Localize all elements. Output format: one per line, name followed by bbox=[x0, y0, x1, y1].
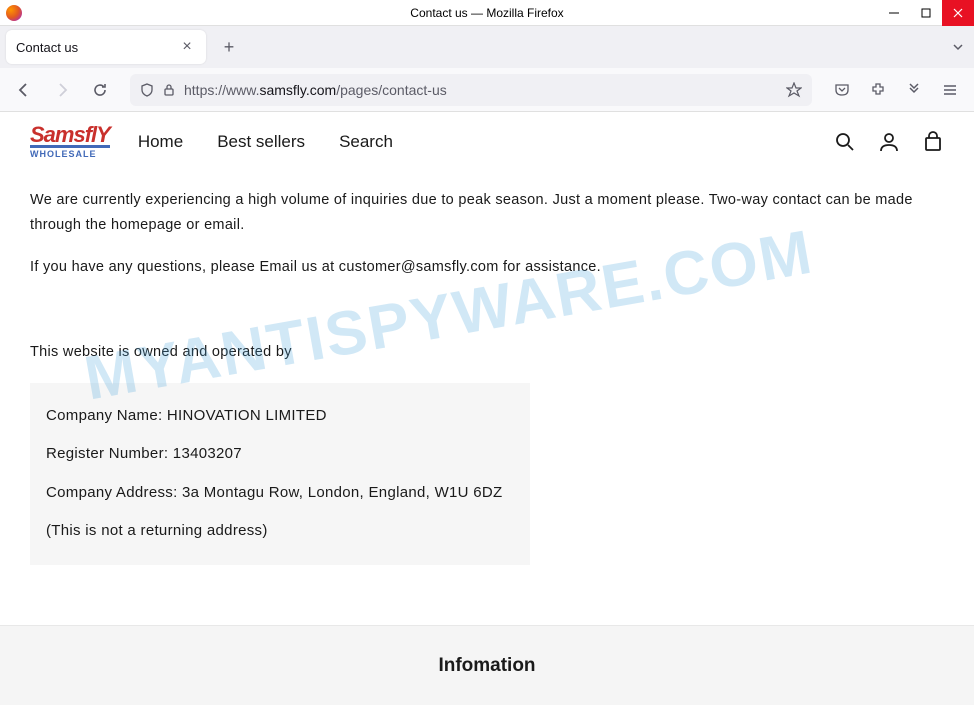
footer: Infomation bbox=[0, 625, 974, 705]
tab-bar: Contact us × + bbox=[0, 26, 974, 68]
header-left: SamsflY WHOLESALE Home Best sellers Sear… bbox=[30, 125, 393, 159]
company-address: Company Address: 3a Montagu Row, London,… bbox=[46, 482, 514, 505]
browser-tab[interactable]: Contact us × bbox=[6, 30, 206, 64]
extensions-icon[interactable] bbox=[862, 74, 894, 106]
url-path: /pages/contact-us bbox=[336, 82, 447, 98]
overflow-icon[interactable] bbox=[898, 74, 930, 106]
content-para-3: This website is owned and operated by bbox=[30, 340, 944, 365]
url-security-icons bbox=[140, 83, 176, 97]
url-text: https://www.samsfly.com/pages/contact-us bbox=[184, 82, 778, 98]
window-title: Contact us — Mozilla Firefox bbox=[410, 6, 563, 20]
nav-bar: https://www.samsfly.com/pages/contact-us bbox=[0, 68, 974, 112]
nav-right-icons bbox=[826, 74, 966, 106]
search-icon[interactable] bbox=[834, 131, 856, 153]
maximize-button[interactable] bbox=[910, 0, 942, 26]
company-info-box: Company Name: HINOVATION LIMITED Registe… bbox=[30, 383, 530, 565]
pocket-icon[interactable] bbox=[826, 74, 858, 106]
header-icons bbox=[834, 131, 944, 153]
lock-icon[interactable] bbox=[162, 83, 176, 97]
company-name: Company Name: HINOVATION LIMITED bbox=[46, 405, 514, 428]
nav-menu: Home Best sellers Search bbox=[138, 132, 393, 152]
titlebar-left bbox=[0, 5, 30, 21]
logo-main: SamsflY bbox=[30, 125, 110, 145]
back-button[interactable] bbox=[8, 74, 40, 106]
window-controls bbox=[878, 0, 974, 26]
url-domain: samsfly.com bbox=[259, 82, 336, 98]
tab-title: Contact us bbox=[16, 40, 78, 55]
tabs-dropdown-icon[interactable] bbox=[952, 41, 964, 53]
nav-search[interactable]: Search bbox=[339, 132, 393, 152]
address-note: (This is not a returning address) bbox=[46, 520, 514, 543]
forward-button[interactable] bbox=[46, 74, 78, 106]
page-content: We are currently experiencing a high vol… bbox=[0, 172, 974, 581]
register-number: Register Number: 13403207 bbox=[46, 443, 514, 466]
cart-icon[interactable] bbox=[922, 131, 944, 153]
bookmark-icon[interactable] bbox=[786, 82, 802, 98]
nav-home[interactable]: Home bbox=[138, 132, 183, 152]
new-tab-button[interactable]: + bbox=[214, 32, 244, 62]
nav-bestsellers[interactable]: Best sellers bbox=[217, 132, 305, 152]
minimize-button[interactable] bbox=[878, 0, 910, 26]
content-para-2: If you have any questions, please Email … bbox=[30, 255, 944, 280]
close-button[interactable] bbox=[942, 0, 974, 26]
site-header: SamsflY WHOLESALE Home Best sellers Sear… bbox=[0, 112, 974, 172]
url-prefix: https://www. bbox=[184, 82, 259, 98]
content-para-1: We are currently experiencing a high vol… bbox=[30, 188, 944, 237]
account-icon[interactable] bbox=[878, 131, 900, 153]
tab-close-icon[interactable]: × bbox=[178, 38, 196, 56]
shield-icon[interactable] bbox=[140, 83, 154, 97]
window-titlebar: Contact us — Mozilla Firefox bbox=[0, 0, 974, 26]
menu-icon[interactable] bbox=[934, 74, 966, 106]
footer-title: Infomation bbox=[438, 655, 535, 677]
site-logo[interactable]: SamsflY WHOLESALE bbox=[30, 125, 110, 159]
url-bar[interactable]: https://www.samsfly.com/pages/contact-us bbox=[130, 74, 812, 106]
reload-button[interactable] bbox=[84, 74, 116, 106]
firefox-icon bbox=[6, 5, 22, 21]
